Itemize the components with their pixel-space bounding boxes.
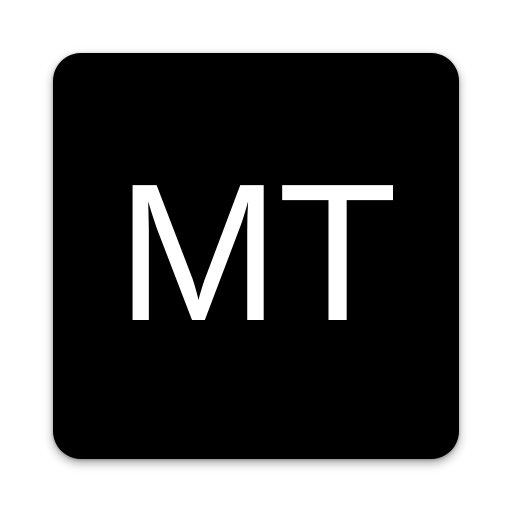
app-icon-monogram: MT xyxy=(116,143,398,362)
app-icon[interactable]: MT xyxy=(53,53,459,459)
icon-canvas: MT xyxy=(0,0,512,512)
